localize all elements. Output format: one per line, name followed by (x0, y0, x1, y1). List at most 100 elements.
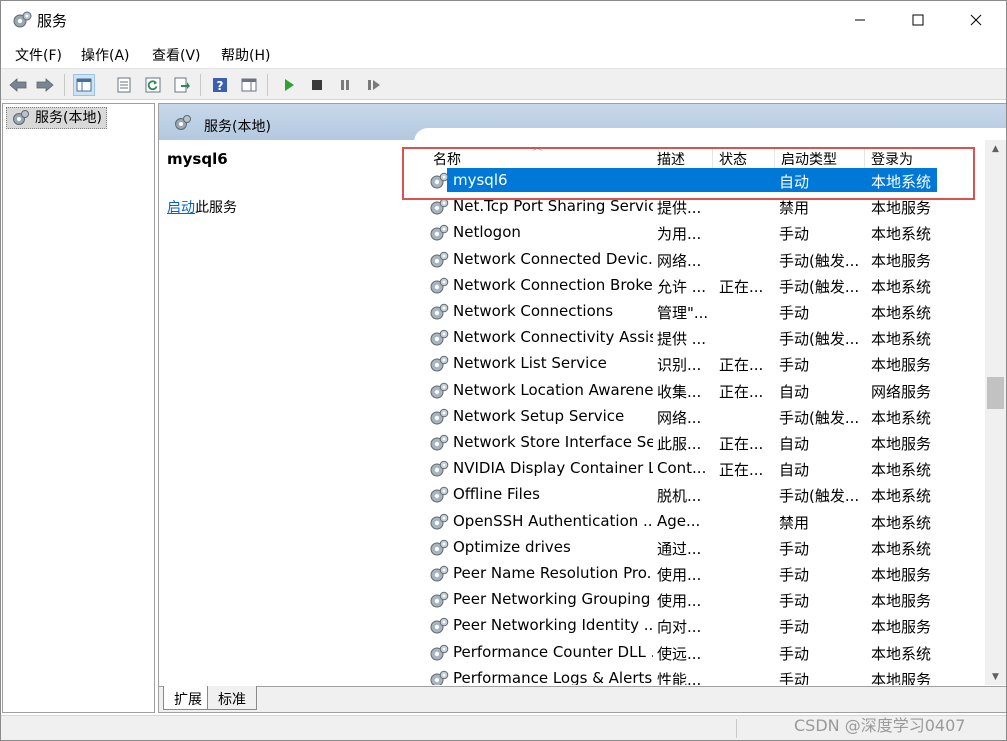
service-description: 向对... (657, 618, 702, 637)
table-row[interactable]: Offline Files 脱机... 手动(触发... 本地系统 (421, 482, 985, 508)
service-startup-type: 手动(触发... (779, 408, 860, 427)
vertical-scrollbar[interactable]: ▲ ▼ (985, 140, 1006, 685)
gear-icon (175, 115, 191, 130)
service-name: Offline Files (453, 485, 540, 504)
toolbar-separator (200, 74, 201, 96)
scrollbar-thumb[interactable] (987, 377, 1004, 409)
maximize-icon (912, 14, 924, 26)
service-name: Optimize drives (453, 537, 571, 556)
highlight-annotation (402, 147, 975, 200)
table-row[interactable]: Peer Networking Identity ... 向对... 手动 本地服务 (421, 613, 985, 639)
service-description: 提供... (657, 199, 702, 218)
service-description: Cont... (657, 459, 707, 478)
service-name: Peer Networking Grouping (453, 590, 651, 609)
maximize-button[interactable] (890, 1, 946, 39)
watermark-text: CSDN @深度学习0407 (794, 716, 966, 735)
tree-item-services-local[interactable]: 服务(本地) (6, 107, 107, 129)
pause-service-button[interactable] (334, 74, 356, 96)
table-row[interactable]: NVIDIA Display Container LS Cont... 正在... 自… (421, 456, 985, 482)
action-text: 启动此服务 (167, 197, 237, 217)
table-row[interactable]: Network Connection Broker 允许 ... 正在... 手动(触… (421, 273, 985, 299)
service-description: 脱机... (657, 487, 702, 506)
tab-standard[interactable]: 标准 (207, 686, 257, 710)
minimize-button[interactable] (832, 1, 888, 39)
action-pane-icon (241, 78, 257, 92)
help-button[interactable]: ? (209, 74, 231, 96)
table-row[interactable]: Network Connected Devic... 网络... 手动(触发... 本… (421, 247, 985, 273)
content-header: 服务(本地) (159, 104, 1006, 142)
scroll-down-icon[interactable]: ▼ (985, 668, 1006, 685)
service-name: Network Location Awarene... (453, 380, 653, 399)
back-button[interactable] (7, 74, 29, 96)
start-service-button[interactable] (278, 74, 300, 96)
service-gear-icon (430, 591, 449, 608)
service-description: 允许 ... (657, 277, 707, 296)
show-hide-action-pane-button[interactable] (238, 74, 260, 96)
properties-button[interactable] (113, 74, 135, 96)
table-row[interactable]: Network Connectivity Assis... 提供 ... 手动(触发… (421, 325, 985, 351)
menu-file[interactable]: 文件(F) (15, 45, 62, 65)
gear-icon (13, 110, 29, 125)
table-row[interactable]: Optimize drives 通过... 手动 本地系统 (421, 535, 985, 561)
service-startup-type: 禁用 (779, 199, 810, 218)
service-description: Age... (657, 511, 701, 530)
service-startup-type: 手动(触发... (779, 251, 860, 270)
table-row[interactable]: OpenSSH Authentication ... Age... 禁用 本地系统 (421, 509, 985, 535)
selected-service-title: mysql6 (167, 150, 228, 168)
service-gear-icon (430, 251, 449, 268)
restart-service-button[interactable] (363, 74, 385, 96)
table-row[interactable]: Network Connections 管理"... 手动 本地系统 (421, 299, 985, 325)
menu-help[interactable]: 帮助(H) (221, 45, 270, 65)
table-row[interactable]: Network Location Awarene... 收集... 正在... 自动 网… (421, 378, 985, 404)
close-icon (970, 14, 982, 26)
table-row[interactable]: Performance Logs & Alerts 性能... 手动 本地服务 (421, 666, 985, 685)
service-log-on-as: 本地服务 (871, 251, 932, 270)
menu-action[interactable]: 操作(A) (81, 45, 130, 65)
service-description: 网络... (657, 408, 702, 427)
forward-button[interactable] (34, 74, 56, 96)
scroll-up-icon[interactable]: ▲ (985, 140, 1006, 157)
restart-icon (368, 80, 380, 90)
service-startup-type: 手动 (779, 644, 810, 663)
status-separator (736, 719, 737, 738)
view-tabs: 扩展 标准 (159, 686, 1006, 712)
table-row[interactable]: Network Store Interface Se... 此服... 正在... 自… (421, 430, 985, 456)
show-hide-console-tree-button[interactable] (73, 74, 95, 96)
tab-extended[interactable]: 扩展 (163, 686, 213, 710)
service-startup-type: 手动 (779, 356, 810, 375)
play-icon (285, 79, 294, 91)
service-log-on-as: 本地系统 (871, 644, 932, 663)
menu-bar: 文件(F) 操作(A) 查看(V) 帮助(H) (1, 41, 1006, 67)
console-tree-icon (76, 78, 92, 92)
service-name: Performance Counter DLL ... (453, 642, 653, 661)
close-button[interactable] (948, 1, 1004, 39)
stop-service-button[interactable] (306, 74, 328, 96)
title-bar: 服务 (1, 1, 1006, 39)
service-gear-icon (430, 434, 449, 451)
service-startup-type: 自动 (779, 461, 810, 480)
service-description: 提供 ... (657, 330, 707, 349)
table-row[interactable]: Netlogon 为用... 手动 本地系统 (421, 220, 985, 246)
table-row[interactable]: Peer Networking Grouping 使用... 手动 本地服务 (421, 587, 985, 613)
export-list-button[interactable] (171, 74, 193, 96)
service-gear-icon (430, 225, 449, 241)
service-startup-type: 手动 (779, 592, 810, 611)
service-log-on-as: 本地服务 (871, 670, 932, 685)
services-window: 服务 文件(F) 操作(A) 查看(V) 帮助(H) ? 服务(本地) 服务(本… (0, 0, 1007, 741)
menu-view[interactable]: 查看(V) (152, 45, 201, 65)
gear-icon (13, 11, 32, 28)
service-log-on-as: 本地服务 (871, 435, 932, 453)
table-row[interactable]: Network Setup Service 网络... 手动(触发... 本地系统 (421, 404, 985, 430)
service-description: 此服... (657, 435, 702, 453)
service-gear-icon (430, 670, 449, 685)
refresh-button[interactable] (142, 74, 164, 96)
service-gear-icon (430, 565, 449, 582)
table-row[interactable]: Performance Counter DLL ... 使远... 手动 本地系统 (421, 640, 985, 666)
table-row[interactable]: Peer Name Resolution Pro... 使用... 手动 本地服务 (421, 561, 985, 587)
back-arrow-icon (9, 78, 27, 92)
export-icon (174, 77, 190, 93)
start-service-link[interactable]: 启动 (167, 200, 195, 216)
table-row[interactable]: Network List Service 识别... 正在... 手动 本地服务 (421, 351, 985, 377)
service-gear-icon (430, 513, 449, 530)
service-startup-type: 手动 (779, 670, 810, 685)
